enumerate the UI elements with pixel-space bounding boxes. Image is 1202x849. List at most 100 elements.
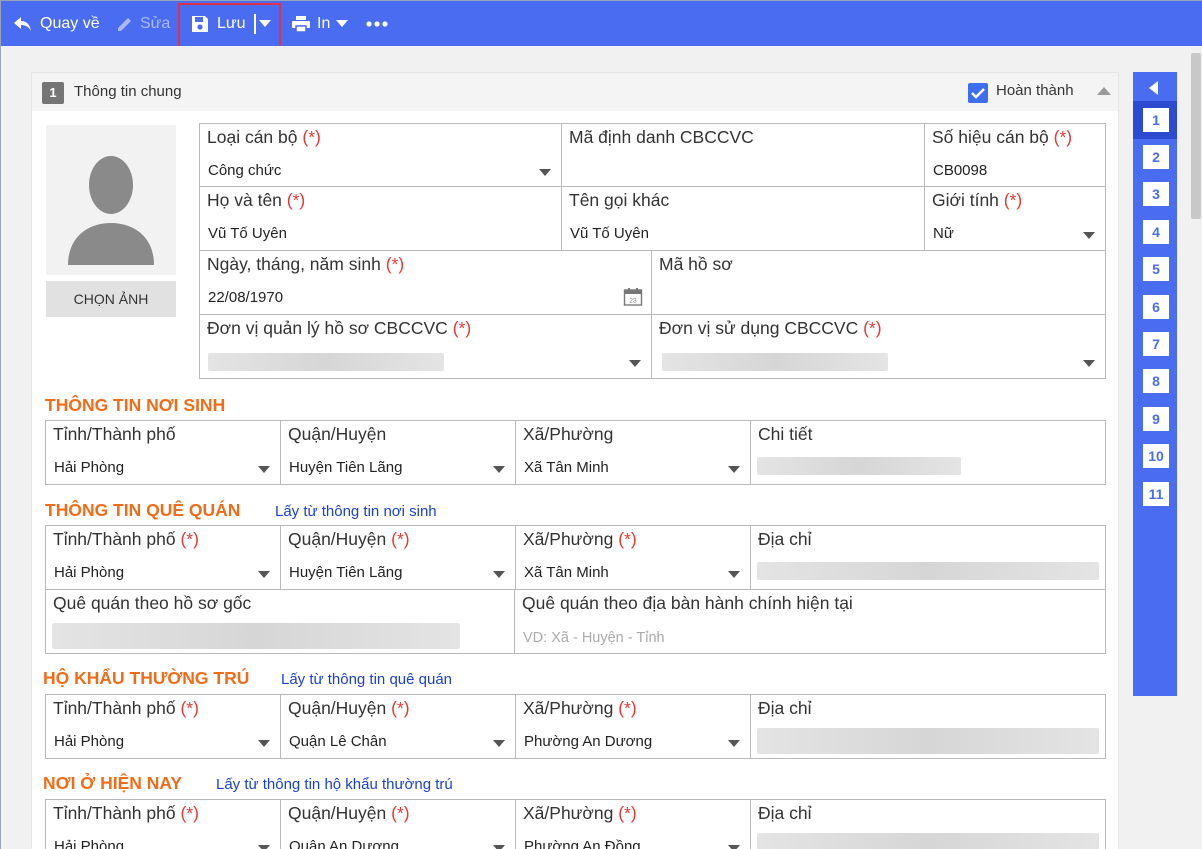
printer-icon [291, 15, 311, 33]
field-value: Hải Phòng [54, 838, 125, 849]
field-label: Địa chỉ [758, 803, 812, 823]
field-label: Tỉnh/Thành phố (*) [53, 803, 199, 823]
chevron-down-icon [728, 466, 740, 473]
nav-section-6[interactable]: 6 [1143, 295, 1169, 319]
don-vi-quan-ly-field[interactable]: Đơn vị quản lý hồ sơ CBCCVC (*) [199, 314, 652, 379]
edit-label: Sửa [140, 14, 171, 32]
copy-from-noi-sinh-link[interactable]: Lấy từ thông tin nơi sinh [275, 503, 437, 520]
nav-section-5[interactable]: 5 [1143, 257, 1169, 281]
que-quan-goc-field[interactable]: Quê quán theo hồ sơ gốc [45, 589, 515, 654]
field-value: Vũ Tố Uyên [208, 225, 287, 242]
field-value: Huyện Tiên Lãng [289, 564, 403, 581]
field-value: Quận An Dương [289, 838, 399, 849]
copy-from-ho-khau-link[interactable]: Lấy từ thông tin hộ khẩu thường trú [216, 776, 453, 793]
section-header[interactable]: 1 Thông tin chung Hoàn thành [32, 73, 1118, 111]
field-label: Tỉnh/Thành phố (*) [53, 698, 199, 718]
redacted-value [757, 833, 1099, 849]
noi-o-xa-field[interactable]: Xã/Phường (*) Phường An Đồng [515, 799, 751, 849]
checkmark-icon [971, 88, 985, 99]
field-label: Tỉnh/Thành phố [53, 424, 176, 444]
field-label: Mã hồ sơ [659, 254, 733, 274]
ma-ho-so-field[interactable]: Mã hồ sơ [651, 250, 1106, 315]
que-quan-hien-tai-field[interactable]: Quê quán theo địa bàn hành chính hiện tạ… [514, 589, 1106, 654]
copy-from-que-quan-link[interactable]: Lấy từ thông tin quê quán [281, 671, 452, 688]
back-button[interactable]: Quay về [13, 1, 100, 46]
pencil-icon [116, 15, 134, 33]
complete-checkbox[interactable] [968, 83, 988, 103]
noi-o-dia-chi-field[interactable]: Địa chỉ [750, 799, 1106, 849]
noi-sinh-xa-field[interactable]: Xã/Phường Xã Tân Minh [515, 420, 751, 485]
field-label: Quê quán theo địa bàn hành chính hiện tạ… [522, 593, 853, 613]
collapse-nav-button[interactable] [1149, 81, 1158, 95]
ho-ten-field[interactable]: Họ và tên (*) Vũ Tố Uyên [199, 186, 562, 251]
chevron-down-icon [629, 360, 641, 367]
field-placeholder: VD: Xã - Huyện - Tỉnh [523, 630, 665, 646]
field-label: Quận/Huyện [288, 424, 387, 444]
field-label: Xã/Phường (*) [523, 529, 637, 549]
ngay-sinh-field[interactable]: Ngày, tháng, năm sinh (*) 22/08/1970 23 [199, 250, 652, 315]
field-label: Quận/Huyện (*) [288, 698, 410, 718]
edit-button[interactable]: Sửa [116, 1, 170, 46]
ten-goi-khac-field[interactable]: Tên gọi khác Vũ Tố Uyên [561, 186, 925, 251]
redacted-value [662, 353, 888, 371]
section-nav: 1 2 3 4 5 6 7 8 9 10 11 [1133, 72, 1177, 696]
field-value: Phường An Dương [524, 733, 653, 750]
noi-o-huyen-field[interactable]: Quận/Huyện (*) Quận An Dương [280, 799, 516, 849]
collapse-icon[interactable] [1097, 87, 1111, 95]
calendar-icon[interactable]: 23 [623, 287, 643, 312]
field-value: Vũ Tố Uyên [570, 225, 649, 242]
field-value: CB0098 [933, 162, 988, 179]
chevron-down-icon [258, 466, 270, 473]
ma-dinh-danh-field[interactable]: Mã định danh CBCCVC [561, 123, 925, 187]
que-quan-dia-chi-field[interactable]: Địa chỉ [750, 525, 1106, 590]
noi-o-tinh-field[interactable]: Tỉnh/Thành phố (*) Hải Phòng [45, 799, 281, 849]
noi-sinh-chi-tiet-field[interactable]: Chi tiết [750, 420, 1106, 485]
que-quan-huyen-field[interactable]: Quận/Huyện (*) Huyện Tiên Lãng [280, 525, 516, 590]
field-value: Hải Phòng [54, 733, 125, 750]
don-vi-su-dung-field[interactable]: Đơn vị sử dụng CBCCVC (*) [651, 314, 1106, 379]
page-area: 1 Thông tin chung Hoàn thành CHỌN ẢNH Lo… [1, 46, 1202, 849]
loai-can-bo-field[interactable]: Loại cán bộ (*) Công chức [199, 123, 562, 187]
choose-photo-button[interactable]: CHỌN ẢNH [46, 281, 176, 317]
person-silhouette-icon [68, 156, 154, 265]
ho-khau-tinh-field[interactable]: Tỉnh/Thành phố (*) Hải Phòng [45, 694, 281, 759]
chevron-down-icon [493, 740, 505, 747]
field-label: Số hiệu cán bộ (*) [932, 127, 1073, 147]
chevron-down-icon [1083, 360, 1095, 367]
nav-section-2[interactable]: 2 [1143, 145, 1169, 169]
print-button[interactable]: In [291, 1, 349, 46]
field-label: Họ và tên (*) [207, 190, 306, 210]
so-hieu-field[interactable]: Số hiệu cán bộ (*) CB0098 [924, 123, 1106, 187]
section-card: 1 Thông tin chung Hoàn thành CHỌN ẢNH Lo… [31, 72, 1119, 849]
field-label: Tỉnh/Thành phố (*) [53, 529, 199, 549]
ho-khau-huyen-field[interactable]: Quận/Huyện (*) Quận Lê Chân [280, 694, 516, 759]
field-value: Xã Tân Minh [524, 459, 609, 476]
scrollbar-thumb[interactable] [1191, 53, 1201, 219]
field-label: Xã/Phường [523, 424, 614, 444]
que-quan-xa-field[interactable]: Xã/Phường (*) Xã Tân Minh [515, 525, 751, 590]
nav-section-7[interactable]: 7 [1143, 332, 1169, 356]
nav-section-10[interactable]: 10 [1143, 444, 1169, 468]
nav-section-3[interactable]: 3 [1143, 182, 1169, 206]
field-label: Giới tính (*) [932, 190, 1023, 210]
field-label: Xã/Phường (*) [523, 698, 637, 718]
nav-section-8[interactable]: 8 [1143, 369, 1169, 393]
ho-khau-xa-field[interactable]: Xã/Phường (*) Phường An Dương [515, 694, 751, 759]
field-label: Địa chỉ [758, 529, 812, 549]
que-quan-heading: THÔNG TIN QUÊ QUÁN [45, 500, 241, 520]
que-quan-tinh-field[interactable]: Tỉnh/Thành phố (*) Hải Phòng [45, 525, 281, 590]
nav-section-11[interactable]: 11 [1143, 482, 1169, 506]
nav-section-4[interactable]: 4 [1143, 220, 1169, 244]
ho-khau-dia-chi-field[interactable]: Địa chỉ [750, 694, 1106, 759]
gioi-tinh-field[interactable]: Giới tính (*) Nữ [924, 186, 1106, 251]
nav-section-1[interactable]: 1 [1143, 108, 1169, 132]
more-options-button[interactable] [366, 1, 388, 46]
field-label: Đơn vị quản lý hồ sơ CBCCVC (*) [207, 318, 472, 338]
redacted-value [208, 353, 444, 371]
noi-sinh-huyen-field[interactable]: Quận/Huyện Huyện Tiên Lãng [280, 420, 516, 485]
field-value: Quận Lê Chân [289, 733, 387, 750]
noi-sinh-tinh-field[interactable]: Tỉnh/Thành phố Hải Phòng [45, 420, 281, 485]
field-label: Quê quán theo hồ sơ gốc [53, 593, 252, 613]
redacted-value [757, 728, 1099, 754]
nav-section-9[interactable]: 9 [1143, 407, 1169, 431]
